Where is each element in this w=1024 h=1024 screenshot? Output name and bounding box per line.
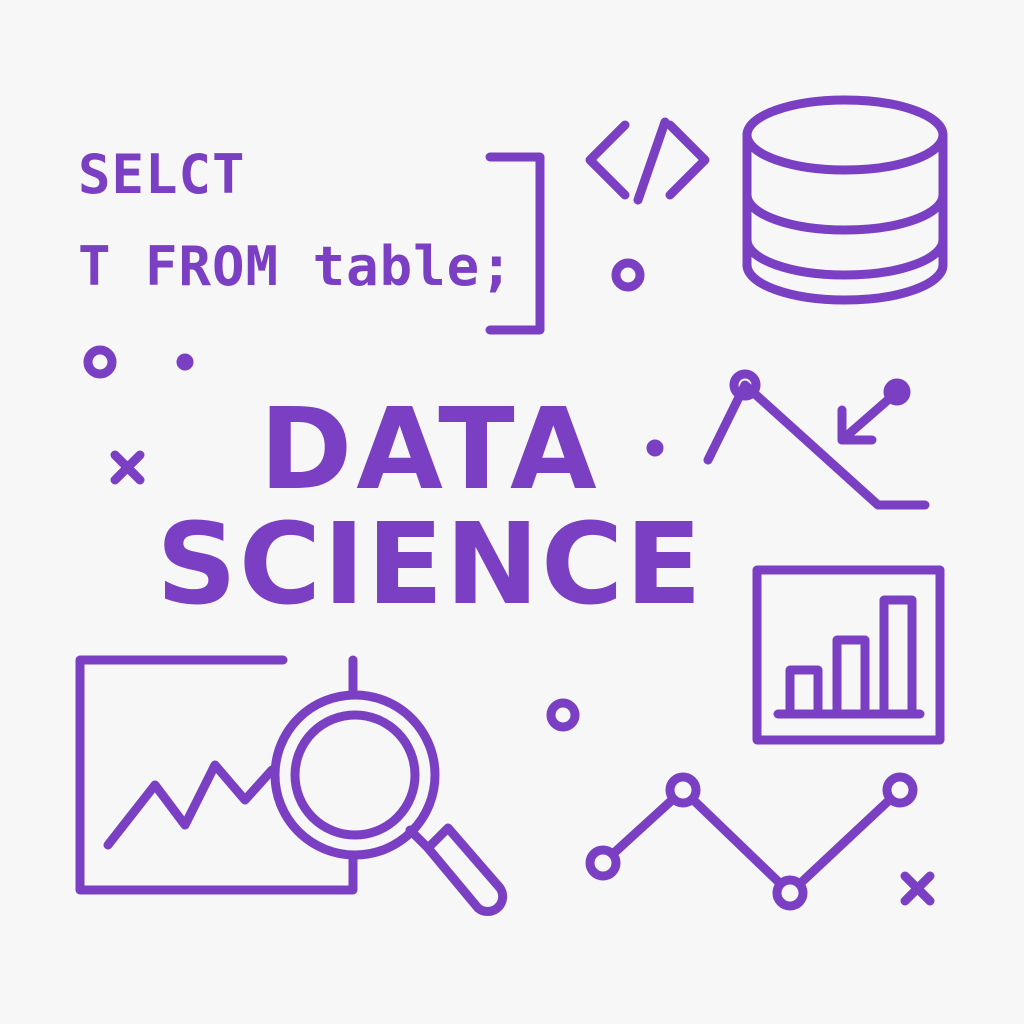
closing-bracket-icon bbox=[485, 152, 545, 335]
connected-points-line-icon bbox=[585, 772, 918, 911]
database-icon bbox=[742, 95, 948, 305]
code-brackets-icon bbox=[585, 117, 710, 205]
x-mark-icon bbox=[900, 871, 935, 906]
small-circle-icon bbox=[546, 698, 580, 732]
dot-icon bbox=[646, 439, 664, 457]
data-science-illustration: SELCT T FROM table; DATA SCIENCE bbox=[0, 0, 1024, 1024]
bar-chart-frame-icon bbox=[752, 565, 945, 745]
magnifying-glass-icon bbox=[270, 690, 508, 916]
dot-icon bbox=[176, 353, 194, 371]
x-mark-icon bbox=[110, 450, 145, 485]
small-circle-icon bbox=[83, 345, 117, 379]
small-circle-icon bbox=[611, 258, 645, 292]
decorative-icons-layer bbox=[75, 95, 948, 916]
arrow-down-left-icon bbox=[837, 378, 911, 445]
